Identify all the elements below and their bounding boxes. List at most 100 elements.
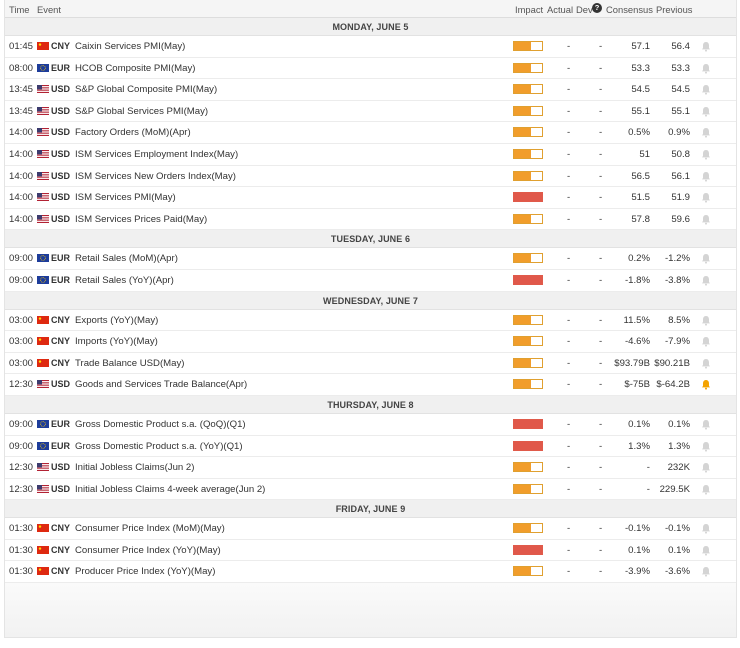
event-name[interactable]: Consumer Price Index (MoM)(May) <box>75 523 225 534</box>
bell-icon[interactable] <box>701 192 711 203</box>
bell-icon[interactable] <box>701 127 711 138</box>
event-time: 14:00 <box>9 148 34 160</box>
event-row[interactable]: 12:30 USD Goods and Services Trade Balance… <box>5 374 736 396</box>
event-name[interactable]: S&P Global Composite PMI(May) <box>75 84 217 95</box>
event-row[interactable]: 13:45 USD S&P Global Composite PMI(May) - - 5… <box>5 79 736 101</box>
calendar-footer <box>5 583 736 637</box>
header-previous[interactable]: Previous <box>656 4 692 15</box>
event-actual: - <box>567 523 571 535</box>
bell-icon[interactable] <box>701 63 711 74</box>
impact-indicator <box>513 544 543 555</box>
event-row[interactable]: 13:45 USD S&P Global Services PMI(May) - - 55… <box>5 101 736 123</box>
event-previous: 51.9 <box>671 192 690 204</box>
impact-indicator <box>513 418 543 429</box>
header-time[interactable]: Time <box>9 4 29 15</box>
event-row[interactable]: 14:00 USD ISM Services Prices Paid(May) - - 5… <box>5 209 736 231</box>
header-consensus[interactable]: Consensus <box>606 4 653 15</box>
event-consensus: - <box>646 462 650 474</box>
bell-icon[interactable] <box>701 253 711 264</box>
bell-icon[interactable] <box>701 523 711 534</box>
bell-icon[interactable] <box>701 106 711 117</box>
bell-icon[interactable] <box>701 358 711 369</box>
event-name[interactable]: Gross Domestic Product s.a. (YoY)(Q1) <box>75 441 243 452</box>
event-name[interactable]: ISM Services PMI(May) <box>75 192 176 203</box>
bell-icon[interactable] <box>701 149 711 160</box>
event-time: 01:45 <box>9 41 34 52</box>
event-row[interactable]: 01:45 CNY Caixin Services PMI(May) - - 57.1 56… <box>5 36 736 58</box>
event-row[interactable]: 01:30 CNY Consumer Price Index (MoM)(May) -… <box>5 518 736 540</box>
event-name[interactable]: Retail Sales (MoM)(Apr) <box>75 253 178 264</box>
event-name[interactable]: Goods and Services Trade Balance(Apr) <box>75 379 247 390</box>
event-row[interactable]: 14:00 USD ISM Services New Orders Index(Ma… <box>5 166 736 188</box>
event-currency: CNY <box>51 336 71 347</box>
event-row[interactable]: 09:00 EUR Gross Domestic Product s.a. (QoQ… <box>5 414 736 436</box>
bell-icon[interactable] <box>701 484 711 495</box>
info-icon[interactable]: ? <box>592 3 602 13</box>
event-name[interactable]: ISM Services New Orders Index(May) <box>75 171 236 182</box>
event-row[interactable]: 08:00 EUR HCOB Composite PMI(May) - - 53.3 53.… <box>5 58 736 80</box>
event-name[interactable]: Initial Jobless Claims 4-week average(Ju… <box>75 484 265 495</box>
impact-indicator <box>513 566 543 577</box>
bell-icon[interactable] <box>701 419 711 430</box>
event-deviation: - <box>599 314 603 326</box>
header-actual[interactable]: Actual <box>547 4 573 15</box>
cn-flag-icon <box>37 358 49 367</box>
event-row[interactable]: 03:00 CNY Exports (YoY)(May) - - 11.5% 8.5% <box>5 310 736 332</box>
event-name[interactable]: Factory Orders (MoM)(Apr) <box>75 127 191 138</box>
event-deviation: - <box>599 418 603 430</box>
bell-icon[interactable] <box>701 84 711 95</box>
event-time: 03:00 <box>9 314 34 326</box>
impact-indicator <box>513 253 543 264</box>
event-row[interactable]: 12:30 USD Initial Jobless Claims 4-week av… <box>5 479 736 501</box>
event-row[interactable]: 12:30 USD Initial Jobless Claims(Jun 2) - - -… <box>5 457 736 479</box>
event-name[interactable]: ISM Services Prices Paid(May) <box>75 214 207 225</box>
bell-icon[interactable] <box>701 214 711 225</box>
event-row[interactable]: 14:00 USD ISM Services PMI(May) - - 51.5 51.9 <box>5 187 736 209</box>
impact-indicator <box>513 314 543 325</box>
header-dev[interactable]: Dev <box>576 4 593 15</box>
bell-icon[interactable] <box>701 441 711 452</box>
event-name[interactable]: S&P Global Services PMI(May) <box>75 106 208 117</box>
event-row[interactable]: 01:30 CNY Producer Price Index (YoY)(May) -… <box>5 561 736 584</box>
event-deviation: - <box>599 84 603 96</box>
event-name[interactable]: Trade Balance USD(May) <box>75 358 184 369</box>
bell-icon[interactable] <box>701 315 711 326</box>
event-name[interactable]: Exports (YoY)(May) <box>75 315 158 326</box>
event-actual: - <box>567 483 571 495</box>
event-deviation: - <box>599 41 603 52</box>
event-row[interactable]: 14:00 USD Factory Orders (MoM)(Apr) - - 0.5% 0… <box>5 122 736 144</box>
event-name[interactable]: Caixin Services PMI(May) <box>75 41 185 52</box>
event-row[interactable]: 09:00 EUR Gross Domestic Product s.a. (YoY… <box>5 436 736 458</box>
bell-icon[interactable] <box>701 462 711 473</box>
bell-icon[interactable] <box>701 275 711 286</box>
event-name[interactable]: Imports (YoY)(May) <box>75 336 158 347</box>
day-header: FRIDAY, JUNE 9 <box>5 500 736 519</box>
event-name[interactable]: Gross Domestic Product s.a. (QoQ)(Q1) <box>75 419 246 430</box>
us-flag-icon <box>37 106 49 115</box>
event-name[interactable]: Producer Price Index (YoY)(May) <box>75 566 215 577</box>
bell-icon[interactable] <box>701 171 711 182</box>
bell-icon[interactable] <box>701 379 711 390</box>
event-row[interactable]: 14:00 USD ISM Services Employment Index(Ma… <box>5 144 736 166</box>
event-row[interactable]: 03:00 CNY Trade Balance USD(May) - - $93.79B $… <box>5 353 736 375</box>
event-row[interactable]: 09:00 EUR Retail Sales (MoM)(Apr) - - 0.2% -1.… <box>5 248 736 270</box>
event-name[interactable]: Initial Jobless Claims(Jun 2) <box>75 462 194 473</box>
event-row[interactable]: 03:00 CNY Imports (YoY)(May) - - -4.6% -7.9% <box>5 331 736 353</box>
header-impact[interactable]: Impact <box>515 4 543 15</box>
event-previous: -7.9% <box>664 336 690 348</box>
bell-icon[interactable] <box>701 41 711 52</box>
event-actual: - <box>567 127 571 139</box>
event-name[interactable]: ISM Services Employment Index(May) <box>75 149 238 160</box>
bell-icon[interactable] <box>701 545 711 556</box>
event-name[interactable]: Consumer Price Index (YoY)(May) <box>75 545 221 556</box>
header-event[interactable]: Event <box>37 4 61 15</box>
bell-icon[interactable] <box>701 566 711 578</box>
event-deviation: - <box>599 105 603 117</box>
event-name[interactable]: Retail Sales (YoY)(Apr) <box>75 275 174 286</box>
bell-icon[interactable] <box>701 336 711 347</box>
event-row[interactable]: 01:30 CNY Consumer Price Index (YoY)(May) -… <box>5 540 736 562</box>
event-row[interactable]: 09:00 EUR Retail Sales (YoY)(Apr) - - -1.8% -3… <box>5 270 736 292</box>
event-previous: 50.8 <box>671 148 690 160</box>
event-name[interactable]: HCOB Composite PMI(May) <box>75 63 195 74</box>
event-currency: CNY <box>51 523 71 534</box>
